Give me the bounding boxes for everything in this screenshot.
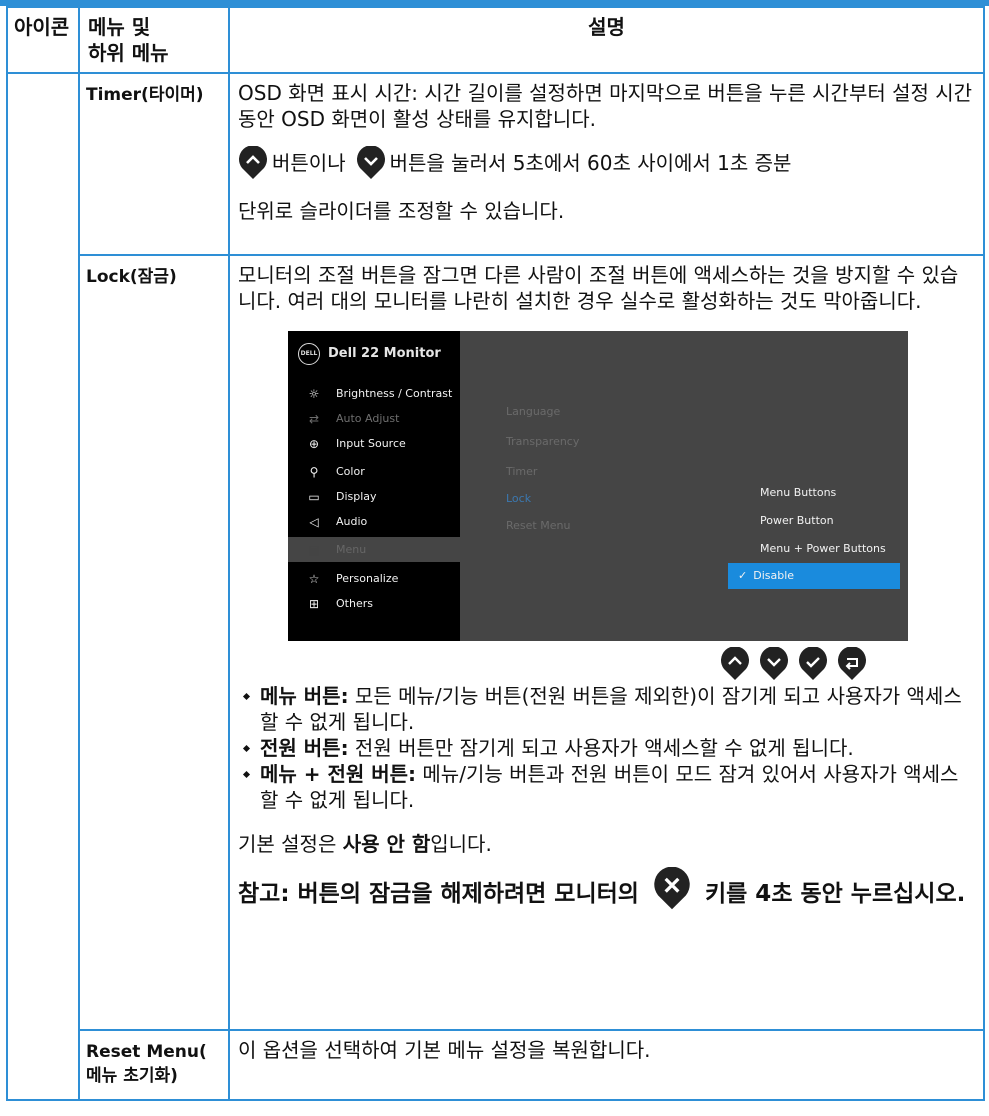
osd-item-others[interactable]: ⊞ Others xyxy=(288,591,460,616)
others-icon: ⊞ xyxy=(308,596,320,611)
description-cell-reset: 이 옵션을 선택하여 기본 메뉴 설정을 복원합니다. xyxy=(228,1029,985,1101)
osd-title-text: Dell 22 Monitor xyxy=(328,346,441,361)
osd-item-label: Display xyxy=(336,489,377,503)
header-description: 설명 xyxy=(228,6,985,74)
osd-panel: DELL Dell 22 Monitor ☼ Brightness / Contr… xyxy=(288,331,908,641)
osd-item-color[interactable]: ⚲ Color xyxy=(288,459,460,484)
osd-sub-reset-menu[interactable]: Reset Menu xyxy=(506,513,570,539)
bullet-term: 메뉴 + 전원 버튼: xyxy=(260,762,417,786)
menu-cell-lock: Lock(잠금) xyxy=(78,254,230,1031)
default-setting: 기본 설정은 사용 안 함입니다. xyxy=(238,831,975,857)
header-icon: 아이콘 xyxy=(6,6,80,74)
osd-item-label: Menu xyxy=(336,542,367,556)
star-icon: ☆ xyxy=(308,571,320,586)
osd-item-brightness[interactable]: ☼ Brightness / Contrast xyxy=(288,381,460,406)
osd-item-menu[interactable]: ▤ Menu xyxy=(288,537,460,562)
menu-cell-reset: Reset Menu( 메뉴 초기화) xyxy=(78,1029,230,1101)
table-header-row: 아이콘 메뉴 및 하위 메뉴 설명 xyxy=(6,6,985,74)
close-button-icon xyxy=(654,866,690,910)
timer-text-range: 버튼을 눌러서 5초에서 60초 사이에서 1초 증분 xyxy=(389,151,792,175)
osd-option-label: Power Button xyxy=(760,514,834,527)
input-source-icon: ⊕ xyxy=(308,436,320,451)
unlock-note: 참고: 버튼의 잠금을 해제하려면 모니터의 키를 4초 동안 누르십시오. xyxy=(238,866,975,911)
brightness-icon: ☼ xyxy=(308,386,320,401)
description-cell-timer: OSD 화면 표시 시간: 시간 길이를 설정하면 마지막으로 버튼을 누른 시… xyxy=(228,72,985,256)
osd-item-label: Brightness / Contrast xyxy=(336,386,453,400)
default-value: 사용 안 함 xyxy=(342,832,431,856)
timer-text-button-or: 버튼이나 xyxy=(272,151,346,175)
osd-item-audio[interactable]: ◁ Audio xyxy=(288,509,460,534)
bullet-term: 전원 버튼: xyxy=(260,736,349,760)
bullet-text: 전원 버튼만 잠기게 되고 사용자가 액세스할 수 없게 됩니다. xyxy=(348,736,854,760)
reset-menu-line2: 메뉴 초기화) xyxy=(86,1066,178,1086)
list-item: 메뉴 + 전원 버튼: 메뉴/기능 버튼과 전원 버튼이 모드 잠겨 있어서 사… xyxy=(238,761,975,813)
osd-item-label: Auto Adjust xyxy=(336,411,400,425)
osd-item-label: Color xyxy=(336,464,365,478)
menu-table: 아이콘 메뉴 및 하위 메뉴 설명 Timer(타이머) OSD 화면 표시 시… xyxy=(6,6,985,1101)
note-part2: 키를 4초 동안 누르십시오. xyxy=(704,881,966,907)
osd-item-label: Personalize xyxy=(336,571,399,585)
osd-option-label: Menu Buttons xyxy=(760,486,837,499)
osd-item-personalize[interactable]: ☆ Personalize xyxy=(288,566,460,591)
osd-option-label: Menu + Power Buttons xyxy=(760,542,886,555)
icon-cell xyxy=(6,72,80,1101)
osd-screenshot: DELL Dell 22 Monitor ☼ Brightness / Contr… xyxy=(288,331,908,680)
osd-title: DELL Dell 22 Monitor xyxy=(298,341,441,367)
note-part1: 참고: 버튼의 잠금을 해제하려면 모니터의 xyxy=(238,881,639,907)
down-button-icon[interactable] xyxy=(759,647,789,681)
color-icon: ⚲ xyxy=(309,464,319,479)
down-arrow-button-icon xyxy=(356,146,385,179)
header-menu-line2: 하위 메뉴 xyxy=(88,41,169,65)
osd-control-buttons xyxy=(720,647,867,681)
default-suffix: 입니다. xyxy=(430,832,492,856)
osd-option-disable[interactable]: ✓ Disable xyxy=(728,563,900,589)
bullet-text: 모든 메뉴/기능 버튼(전원 버튼을 제외한)이 잠기게 되고 사용자가 액세스… xyxy=(260,684,962,734)
osd-item-input-source[interactable]: ⊕ Input Source xyxy=(288,431,460,456)
osd-item-display[interactable]: ▭ Display xyxy=(288,484,460,509)
osd-option-power-button[interactable]: Power Button xyxy=(736,508,908,534)
timer-arrow-line: 버튼이나 버튼을 눌러서 5초에서 60초 사이에서 1초 증분 xyxy=(238,146,975,180)
timer-text-slider: 단위로 슬라이더를 조정할 수 있습니다. xyxy=(238,199,565,223)
check-button-icon[interactable] xyxy=(798,647,828,681)
osd-option-menu-buttons[interactable]: Menu Buttons xyxy=(736,480,908,506)
osd-item-label: Input Source xyxy=(336,436,406,450)
osd-sub-transparency[interactable]: Transparency xyxy=(506,429,579,455)
reset-menu-line1: Reset Menu( xyxy=(86,1042,207,1062)
header-menu-line1: 메뉴 및 xyxy=(88,15,151,39)
menu-cell-timer: Timer(타이머) xyxy=(78,72,230,256)
osd-item-label: Audio xyxy=(336,514,368,528)
list-item: 메뉴 버튼: 모든 메뉴/기능 버튼(전원 버튼을 제외한)이 잠기게 되고 사… xyxy=(238,683,975,735)
osd-item-auto-adjust[interactable]: ⇄ Auto Adjust xyxy=(288,406,460,431)
up-button-icon[interactable] xyxy=(720,647,750,681)
list-item: 전원 버튼: 전원 버튼만 잠기게 되고 사용자가 액세스할 수 없게 됩니다. xyxy=(238,735,975,761)
table-row-lock: Lock(잠금) 모니터의 조절 버튼을 잠그면 다른 사람이 조절 버튼에 액… xyxy=(7,254,985,1031)
dell-logo-icon: DELL xyxy=(298,343,320,365)
lock-options-list: 메뉴 버튼: 모든 메뉴/기능 버튼(전원 버튼을 제외한)이 잠기게 되고 사… xyxy=(238,683,975,813)
back-button-icon[interactable] xyxy=(837,647,867,681)
osd-option-menu-power-buttons[interactable]: Menu + Power Buttons xyxy=(736,536,908,562)
auto-adjust-icon: ⇄ xyxy=(308,411,320,426)
osd-sub-lock[interactable]: Lock xyxy=(506,486,531,512)
timer-description: OSD 화면 표시 시간: 시간 길이를 설정하면 마지막으로 버튼을 누른 시… xyxy=(238,81,973,131)
table-row-reset-menu: Reset Menu( 메뉴 초기화) 이 옵션을 선택하여 기본 메뉴 설정을… xyxy=(7,1029,985,1101)
checkmark-icon: ✓ xyxy=(738,569,748,582)
description-cell-lock: 모니터의 조절 버튼을 잠그면 다른 사람이 조절 버튼에 액세스하는 것을 방… xyxy=(228,254,985,1031)
menu-icon: ▤ xyxy=(308,542,320,557)
display-icon: ▭ xyxy=(308,489,320,504)
header-menu: 메뉴 및 하위 메뉴 xyxy=(78,6,230,74)
bullet-term: 메뉴 버튼: xyxy=(260,684,349,708)
default-prefix: 기본 설정은 xyxy=(238,832,343,856)
lock-intro: 모니터의 조절 버튼을 잠그면 다른 사람이 조절 버튼에 액세스하는 것을 방… xyxy=(238,263,959,313)
osd-sub-timer[interactable]: Timer xyxy=(506,459,537,485)
table-row-timer: Timer(타이머) OSD 화면 표시 시간: 시간 길이를 설정하면 마지막… xyxy=(6,72,985,1101)
osd-option-label: Disable xyxy=(753,569,795,582)
audio-icon: ◁ xyxy=(309,514,319,529)
up-arrow-button-icon xyxy=(239,146,267,179)
osd-item-label: Others xyxy=(336,596,373,610)
osd-sub-language[interactable]: Language xyxy=(506,399,560,425)
